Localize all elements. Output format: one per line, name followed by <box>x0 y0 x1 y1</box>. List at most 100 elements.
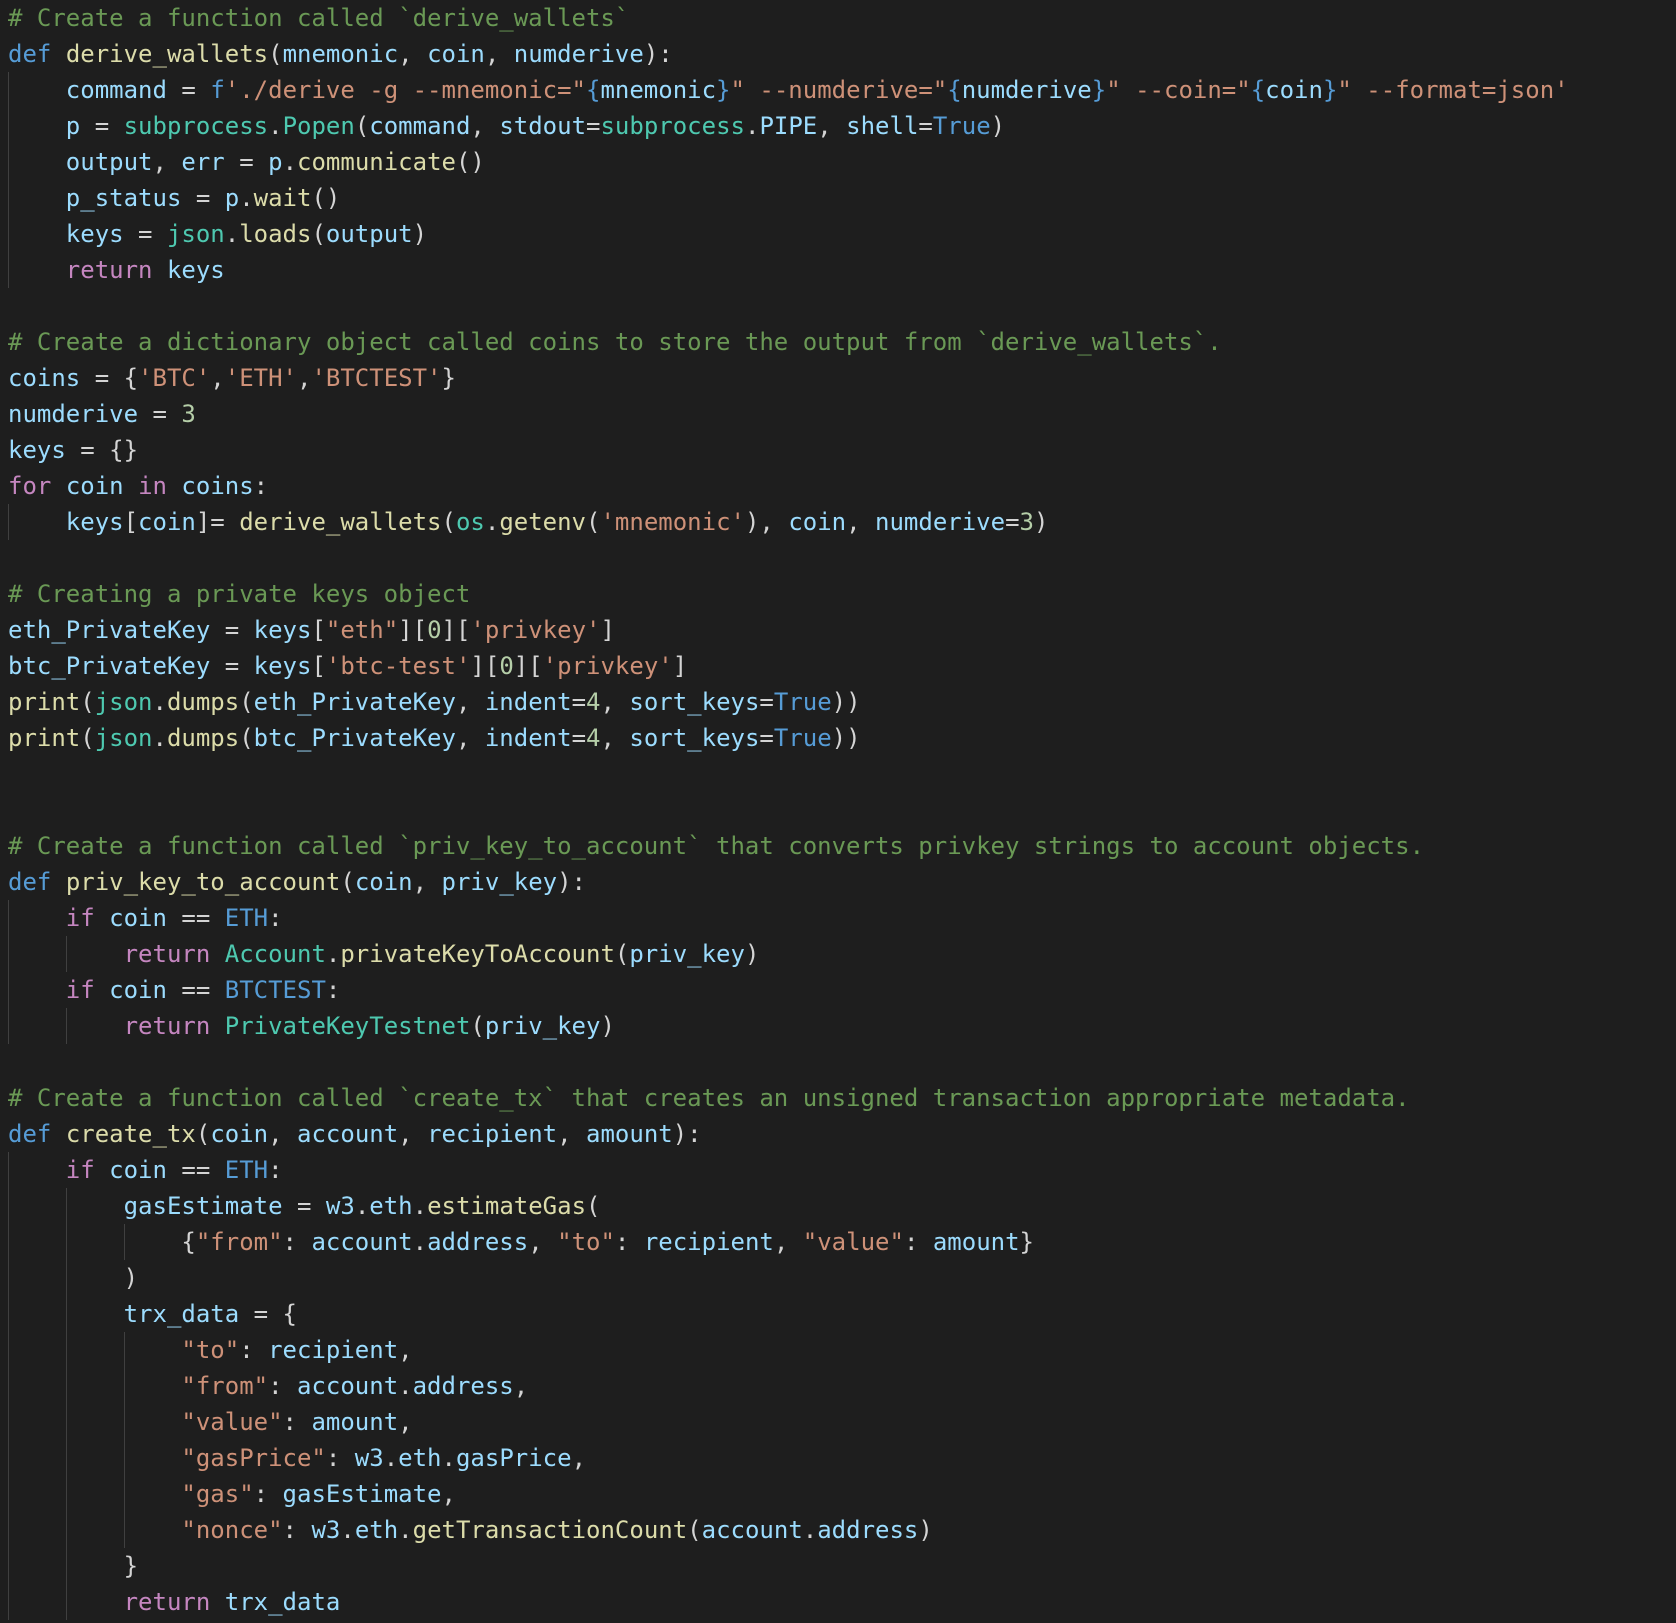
code-token: 'ETH' <box>224 364 297 392</box>
code-token: 0 <box>499 652 514 680</box>
code-line[interactable]: keys = json.loads(output) <box>8 216 427 252</box>
code-line[interactable]: output, err = p.communicate() <box>8 144 485 180</box>
code-token: = <box>166 76 211 104</box>
code-token: ] <box>672 652 688 680</box>
code-line[interactable]: print(json.dumps(btc_PrivateKey, indent=… <box>8 720 861 756</box>
code-token: eth_PrivateKey <box>253 688 456 716</box>
code-token: ) <box>918 1516 933 1544</box>
code-line[interactable]: p_status = p.wait() <box>8 180 341 216</box>
code-line[interactable]: # Create a function called `derive_walle… <box>8 0 629 36</box>
code-token: = <box>1005 508 1020 536</box>
code-token: , <box>297 364 312 392</box>
code-line[interactable]: "to": recipient, <box>8 1332 412 1368</box>
code-line[interactable]: def derive_wallets(mnemonic, coin, numde… <box>8 36 673 72</box>
code-token: recipient <box>643 1228 774 1256</box>
code-token: , <box>600 688 630 716</box>
code-token: . <box>484 508 500 536</box>
code-token: . <box>744 112 760 140</box>
code-line[interactable]: keys[coin]= derive_wallets(os.getenv('mn… <box>8 504 1049 540</box>
code-line[interactable]: # Create a dictionary object called coin… <box>8 324 1222 360</box>
code-token: ) <box>600 1012 615 1040</box>
code-token: 0 <box>427 616 442 644</box>
code-token: coin <box>109 904 167 932</box>
code-line[interactable]: keys = {} <box>8 432 138 468</box>
code-token: : <box>903 1228 933 1256</box>
code-line[interactable]: coins = {'BTC','ETH','BTCTEST'} <box>8 360 456 396</box>
code-editor[interactable]: # Create a function called `derive_walle… <box>0 0 1676 1623</box>
code-token: w3 <box>325 1192 355 1220</box>
code-token: if <box>65 1156 95 1184</box>
code-token: )) <box>831 724 861 752</box>
code-token: coins <box>181 472 254 500</box>
code-token: { <box>586 76 601 104</box>
code-token: print <box>8 688 81 716</box>
code-line[interactable]: {"from": account.address, "to": recipien… <box>8 1224 1034 1260</box>
code-line[interactable]: gasEstimate = w3.eth.estimateGas( <box>8 1188 601 1224</box>
code-token: address <box>817 1516 919 1544</box>
code-token: ): <box>643 40 673 68</box>
code-token: [ <box>123 508 139 536</box>
code-line[interactable]: btc_PrivateKey = keys['btc-test'][0]['pr… <box>8 648 687 684</box>
code-token: , <box>441 1480 456 1508</box>
code-token: . <box>340 1516 355 1544</box>
code-line[interactable]: return Account.privateKeyToAccount(priv_… <box>8 936 760 972</box>
code-token: ) <box>412 220 428 248</box>
code-token: ][ <box>398 616 428 644</box>
code-token: return <box>123 1012 211 1040</box>
code-token: = <box>571 688 587 716</box>
code-line[interactable]: if coin == ETH: <box>8 900 283 936</box>
code-line[interactable]: return trx_data <box>8 1584 341 1620</box>
code-line[interactable]: def priv_key_to_account(coin, priv_key): <box>8 864 586 900</box>
code-line[interactable]: "value": amount, <box>8 1404 413 1440</box>
code-token: } <box>8 1552 139 1580</box>
code-token: return <box>123 940 211 968</box>
code-token: eth <box>369 1192 413 1220</box>
code-token: keys <box>166 256 225 284</box>
code-line[interactable]: # Create a function called `create_tx` t… <box>8 1080 1410 1116</box>
code-token: derive_wallets <box>239 508 442 536</box>
code-token: 'privkey' <box>470 616 601 644</box>
code-line[interactable]: trx_data = { <box>8 1296 297 1332</box>
code-token: [ <box>311 652 326 680</box>
code-line[interactable]: } <box>8 1548 138 1584</box>
code-token: . <box>239 184 254 212</box>
code-token: ][ <box>470 652 500 680</box>
code-line[interactable]: "gasPrice": w3.eth.gasPrice, <box>8 1440 586 1476</box>
code-line[interactable]: p = subprocess.Popen(command, stdout=sub… <box>8 108 1005 144</box>
code-line[interactable]: return PrivateKeyTestnet(priv_key) <box>8 1008 615 1044</box>
code-line[interactable]: "nonce": w3.eth.getTransactionCount(acco… <box>8 1512 933 1548</box>
code-line[interactable]: ) <box>8 1260 138 1296</box>
code-token: indent <box>484 724 572 752</box>
code-line[interactable]: numderive = 3 <box>8 396 196 432</box>
code-token: == <box>166 976 225 1004</box>
code-token: : <box>282 1228 312 1256</box>
code-token: coin <box>65 472 124 500</box>
code-line[interactable]: for coin in coins: <box>8 468 268 504</box>
code-line[interactable]: "from": account.address, <box>8 1368 528 1404</box>
code-line[interactable]: if coin == ETH: <box>8 1152 283 1188</box>
code-token: stdout <box>499 112 587 140</box>
code-token: keys <box>65 220 124 248</box>
code-token: , <box>398 1120 428 1148</box>
code-line[interactable]: if coin == BTCTEST: <box>8 972 341 1008</box>
code-token: p <box>268 148 283 176</box>
code-token: p <box>65 112 81 140</box>
code-line[interactable]: print(json.dumps(eth_PrivateKey, indent=… <box>8 684 861 720</box>
code-token: coin <box>427 40 485 68</box>
code-line[interactable]: eth_PrivateKey = keys["eth"][0]['privkey… <box>8 612 615 648</box>
code-token: PrivateKeyTestnet <box>224 1012 471 1040</box>
code-line[interactable]: return keys <box>8 252 225 288</box>
code-line[interactable]: "gas": gasEstimate, <box>8 1476 456 1512</box>
code-token: . <box>441 1444 456 1472</box>
code-line[interactable]: # Create a function called `priv_key_to_… <box>8 828 1424 864</box>
code-token: def <box>8 868 52 896</box>
code-line[interactable]: def create_tx(coin, account, recipient, … <box>8 1116 702 1152</box>
code-token: , <box>398 1408 413 1436</box>
code-line[interactable]: command = f'./derive -g --mnemonic="{mne… <box>8 72 1569 108</box>
code-line[interactable]: # Creating a private keys object <box>8 576 470 612</box>
code-token: trx_data <box>123 1300 240 1328</box>
